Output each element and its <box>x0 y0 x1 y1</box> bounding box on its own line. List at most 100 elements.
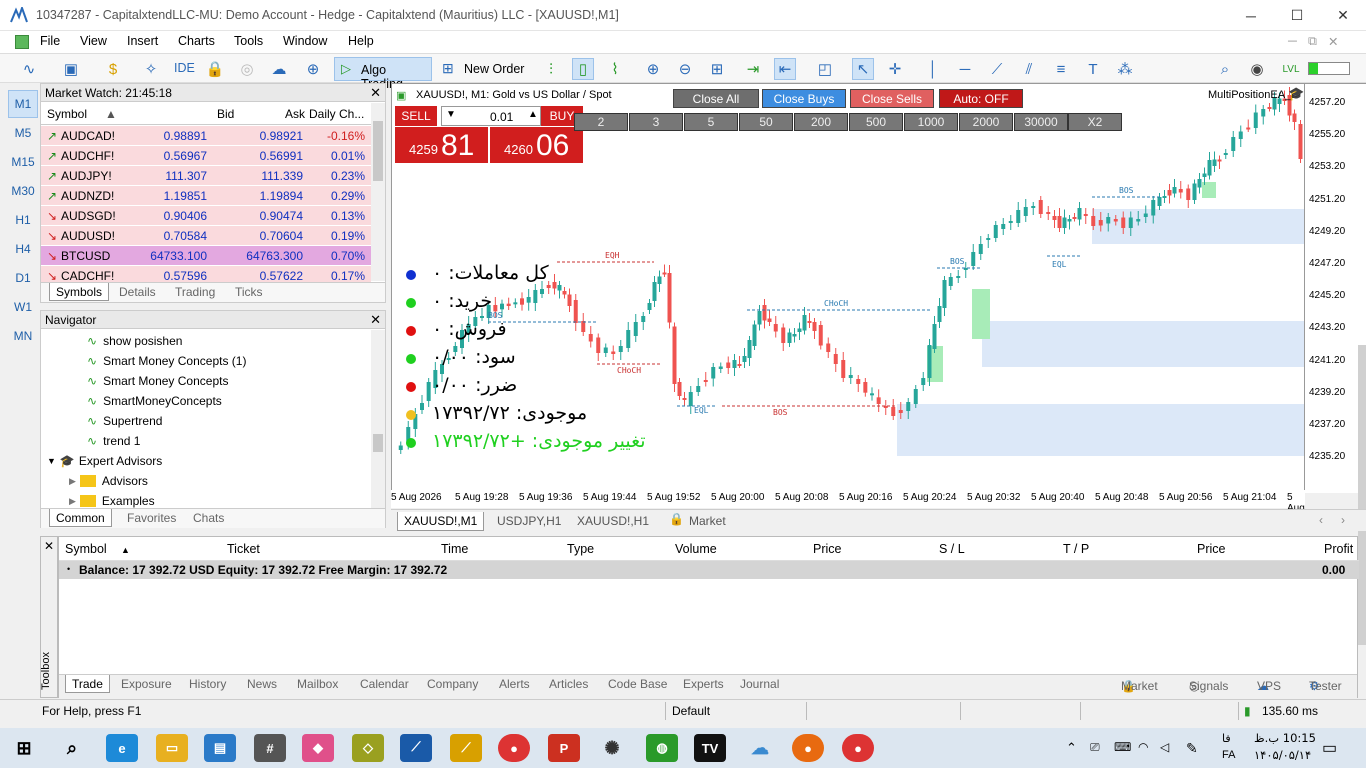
lot-preset-button[interactable]: 30000 <box>1014 113 1068 131</box>
tf-w1[interactable]: W1 <box>8 293 38 321</box>
line-icon[interactable]: ⌇ <box>604 58 626 80</box>
lot-up-icon[interactable]: ▲ <box>528 109 538 120</box>
balance-row[interactable]: • Balance: 17 392.72 USD Equity: 17 392.… <box>59 561 1359 579</box>
text-icon[interactable]: T <box>1082 58 1104 80</box>
sell-price[interactable]: 4259 81 <box>395 127 488 163</box>
algo-trading-button[interactable]: ▷ Algo Trading <box>334 57 432 91</box>
col-daily-change[interactable]: Daily Ch... <box>309 107 364 121</box>
tab-experts[interactable]: Experts <box>677 677 730 691</box>
menu-charts[interactable]: Charts <box>178 34 215 48</box>
market-watch-scrollbar[interactable] <box>371 103 385 281</box>
navigator-scrollbar[interactable] <box>371 330 385 508</box>
nav-expert-advisors[interactable]: ▼ 🎓 Expert Advisors <box>47 451 162 471</box>
market-watch-row[interactable]: ↘ AUDSGD! 0.90406 0.90474 0.13% <box>41 206 371 226</box>
col-ticket[interactable]: Ticket <box>227 542 260 556</box>
tf-m1[interactable]: M1 <box>8 90 38 118</box>
nav-item[interactable]: ∿ trend 1 <box>87 431 140 451</box>
tf-m30[interactable]: M30 <box>8 177 38 205</box>
tray-up-icon[interactable]: ⌃ <box>1066 740 1077 756</box>
col-ask[interactable]: Ask <box>285 107 305 121</box>
buy-price[interactable]: 4260 06 <box>490 127 583 163</box>
nav-item[interactable]: ∿ Supertrend <box>87 411 162 431</box>
lot-preset-button[interactable]: 1000 <box>904 113 958 131</box>
tf-m5[interactable]: M5 <box>8 119 38 147</box>
lot-input[interactable]: ▼ 0.01 ▲ <box>441 106 541 126</box>
copilot-icon[interactable]: ◆ <box>302 734 334 762</box>
tab-news[interactable]: News <box>241 677 283 691</box>
clock-time[interactable]: 10:15 ب.ظ <box>1254 731 1316 745</box>
chrome-icon[interactable]: ● <box>842 734 874 762</box>
signal-icon[interactable]: ◎ <box>236 58 258 80</box>
sell-button[interactable]: SELL <box>395 106 437 126</box>
close-icon[interactable]: ✕ <box>44 539 54 553</box>
nav-folder-advisors[interactable]: ▶ Advisors <box>69 471 148 491</box>
tf-m15[interactable]: M15 <box>8 148 38 176</box>
fibonacci-icon[interactable]: ≡ <box>1050 58 1072 80</box>
menu-insert[interactable]: Insert <box>127 34 158 48</box>
tab-history[interactable]: History <box>183 677 232 691</box>
clock-date[interactable]: ۱۴۰۵/۰۵/۱۴ <box>1254 748 1311 762</box>
chart-window[interactable]: EQH BOS CHoCH EQL BOS CHoCH BOS BOS EQL ▣ XAUUSD… <box>391 83 1305 493</box>
cursor-icon[interactable]: ↖ <box>852 58 874 80</box>
tab-journal[interactable]: Journal <box>734 677 785 691</box>
market-watch-row[interactable]: ↘ AUDUSD! 0.70584 0.70604 0.19% <box>41 226 371 246</box>
tab-company[interactable]: Company <box>421 677 484 691</box>
nav-item[interactable]: ∿ Smart Money Concepts (1) <box>87 351 246 371</box>
tab-trading[interactable]: Trading <box>169 285 221 299</box>
close-all-button[interactable]: Close All <box>673 89 759 108</box>
zoom-in-icon[interactable]: ⊕ <box>642 58 664 80</box>
chrome-icon[interactable]: ● <box>498 734 530 762</box>
lot-preset-button[interactable]: 5 <box>684 113 738 131</box>
lot-preset-button[interactable]: X2 <box>1068 113 1122 131</box>
col-bid[interactable]: Bid <box>217 107 234 121</box>
cloud-icon[interactable]: ☁ <box>268 58 290 80</box>
firefox-icon[interactable]: ● <box>792 734 824 762</box>
status-profile[interactable]: Default <box>672 704 710 718</box>
menu-file[interactable]: File <box>40 34 60 48</box>
edge-icon[interactable]: e <box>106 734 138 762</box>
tab-trade[interactable]: Trade <box>65 675 110 693</box>
calculator-icon[interactable]: # <box>254 734 286 762</box>
lvl-icon[interactable]: LVL <box>1280 58 1302 80</box>
search-icon[interactable]: ⌕ <box>1214 58 1236 80</box>
bar-chart-icon[interactable]: ⫶ <box>540 58 562 80</box>
col-time[interactable]: Time <box>441 542 468 556</box>
tray-icon[interactable]: ⎚ <box>1090 740 1100 755</box>
market-watch-row[interactable]: ↗ AUDJPY! 111.307 111.339 0.23% <box>41 166 371 186</box>
nav-item[interactable]: ∿ SmartMoneyConcepts <box>87 391 222 411</box>
maximize-button[interactable]: ☐ <box>1274 0 1320 31</box>
lot-preset-button[interactable]: 50 <box>739 113 793 131</box>
app-icon[interactable]: ◇ <box>352 734 384 762</box>
tab-xauusd-h1[interactable]: XAUUSD!,H1 <box>571 512 655 531</box>
chart-menu-icon[interactable]: ▣ <box>396 89 406 102</box>
col-symbol[interactable]: Symbol <box>65 542 107 556</box>
tab-symbols[interactable]: Symbols <box>49 283 110 301</box>
tab-alerts[interactable]: Alerts <box>493 677 536 691</box>
minimize-button[interactable]: ─ <box>1228 0 1274 31</box>
close-sells-button[interactable]: Close Sells <box>850 89 934 108</box>
app-p-icon[interactable]: P <box>548 734 580 762</box>
crosshair-icon[interactable]: ✛ <box>884 58 906 80</box>
tab-details[interactable]: Details <box>113 285 162 299</box>
col-symbol[interactable]: Symbol <box>47 107 87 121</box>
globe-icon[interactable]: ⊕ <box>302 58 324 80</box>
market-watch-row[interactable]: ↗ AUDCHF! 0.56967 0.56991 0.01% <box>41 146 371 166</box>
tab-market[interactable]: Market <box>683 512 732 531</box>
market-watch-row[interactable]: ↗ AUDNZD! 1.19851 1.19894 0.29% <box>41 186 371 206</box>
channel-icon[interactable]: ⫽ <box>1018 58 1040 80</box>
col-volume[interactable]: Volume <box>675 542 717 556</box>
close-button[interactable]: ✕ <box>1320 0 1366 31</box>
lot-preset-button[interactable]: 500 <box>849 113 903 131</box>
lot-preset-button[interactable]: 2 <box>574 113 628 131</box>
new-order-button[interactable]: ⊞ New Order <box>442 58 526 80</box>
col-tp[interactable]: T / P <box>1063 542 1089 556</box>
tab-code-base[interactable]: Code Base <box>602 677 673 691</box>
trendline-icon[interactable]: ⟋ <box>986 58 1008 80</box>
tf-h1[interactable]: H1 <box>8 206 38 234</box>
tab-mailbox[interactable]: Mailbox <box>291 677 344 691</box>
screenshot-icon[interactable]: ◰ <box>814 58 836 80</box>
notifications-icon[interactable]: ◉ <box>1246 58 1268 80</box>
col-current-price[interactable]: Price <box>1197 542 1225 556</box>
pen-icon[interactable]: ✎ <box>1186 740 1198 757</box>
chatgpt-icon[interactable]: ✺ <box>596 734 628 762</box>
